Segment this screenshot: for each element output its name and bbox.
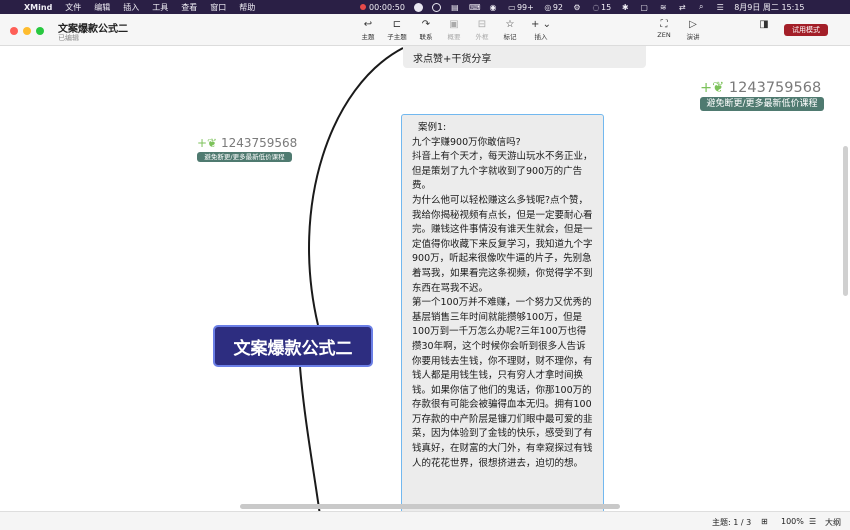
recording-time: 00:00:50 bbox=[369, 2, 405, 12]
central-topic[interactable]: 文案爆款公式二 bbox=[213, 325, 373, 367]
keyboard-icon[interactable]: ⌨ bbox=[469, 3, 481, 12]
topic-icon: ↩ bbox=[363, 19, 373, 30]
menu-view[interactable]: 查看 bbox=[181, 2, 197, 13]
battery-status[interactable]: ▭99+ bbox=[507, 3, 534, 12]
wechat-icon: ◎ bbox=[544, 2, 552, 12]
relation-button[interactable]: ↷ 联系 bbox=[411, 18, 441, 41]
sync-icon[interactable]: ⇄ bbox=[677, 3, 687, 12]
trial-mode-badge[interactable]: 试用模式 bbox=[784, 24, 828, 36]
summary-icon: ▣ bbox=[449, 19, 459, 30]
zoom-window-button[interactable] bbox=[36, 27, 44, 35]
note-heading: 案例1: bbox=[418, 122, 447, 133]
display-icon[interactable]: ▢ bbox=[639, 3, 649, 12]
summary-button[interactable]: ▣ 概要 bbox=[439, 18, 469, 41]
stop-icon[interactable] bbox=[431, 2, 441, 12]
messages-icon: ◌ bbox=[592, 2, 600, 12]
sidebar-icon: ◨ bbox=[759, 19, 769, 30]
recording-indicator[interactable]: 00:00:50 bbox=[360, 3, 405, 12]
record-dot-icon bbox=[360, 3, 366, 10]
control-center-icon[interactable]: ☰ bbox=[715, 3, 725, 12]
relation-label: 联系 bbox=[419, 33, 433, 41]
qq-icon[interactable]: ◉ bbox=[488, 3, 498, 12]
menu-insert[interactable]: 插入 bbox=[123, 2, 139, 13]
outline-icon[interactable]: ☰ bbox=[809, 517, 816, 526]
marker-button[interactable]: ☆ 标记 bbox=[495, 18, 525, 41]
plus-chevron-icon: + ⌄ bbox=[531, 19, 551, 30]
marker-label: 标记 bbox=[503, 33, 517, 41]
insert-label: 插入 bbox=[534, 33, 548, 41]
watermark-badge: +❦ 1243759568 避免断更/更多最新低价课程 bbox=[197, 136, 297, 162]
boundary-icon: ⊟ bbox=[477, 19, 487, 30]
pitch-label: 演讲 bbox=[686, 33, 700, 41]
messages-status[interactable]: ◌ 15 bbox=[591, 2, 612, 12]
bluetooth-icon[interactable]: ✱ bbox=[620, 3, 630, 12]
watermark-badge-large: +❦ 1243759568 避免断更/更多最新低价课程 bbox=[700, 80, 824, 111]
topic-label: 主题 bbox=[361, 33, 375, 41]
watermark-number-text: 1243759568 bbox=[220, 136, 298, 150]
wechat-count: 92 bbox=[552, 2, 564, 12]
topic-note-box[interactable]: 案例1: 九个字赚900万你敢信吗? 抖音上有个天才，每天游山玩水不务正业，但是… bbox=[401, 114, 604, 530]
mindmap-canvas[interactable]: 求点赞+干货分享 +❦ 1243759568 避免断更/更多最新低价课程 +❦ … bbox=[0, 46, 850, 530]
insert-button[interactable]: + ⌄ 插入 bbox=[526, 18, 556, 41]
wifi-icon[interactable]: ≋ bbox=[658, 3, 668, 12]
wechat-status[interactable]: ◎ 92 bbox=[543, 3, 563, 12]
subtopic-icon: ⊏ bbox=[392, 19, 402, 30]
menu-bar: XMind 文件 编辑 插入 工具 查看 窗口 帮助 00:00:50 ▤ ⌨ … bbox=[0, 0, 850, 14]
menu-edit[interactable]: 编辑 bbox=[94, 2, 110, 13]
battery-level: 99+ bbox=[516, 2, 534, 12]
format-panel-button[interactable]: ◨ bbox=[749, 18, 779, 31]
leaf-icon: +❦ bbox=[700, 80, 729, 96]
outline-button[interactable]: 大纲 bbox=[825, 517, 841, 528]
horizontal-scrollbar[interactable] bbox=[240, 504, 620, 509]
watermark-caption: 避免断更/更多最新低价课程 bbox=[197, 152, 292, 162]
topic-count: 主题: 1 / 3 bbox=[712, 518, 752, 527]
menubar-clock[interactable]: 8月9日 周二 15:15 bbox=[734, 2, 804, 13]
close-window-button[interactable] bbox=[10, 27, 18, 35]
play-screen-icon: ▷ bbox=[689, 19, 697, 30]
document-status: 已编辑 bbox=[58, 34, 79, 42]
settings-icon[interactable]: ⚙ bbox=[572, 3, 582, 12]
status-bar: 主题: 1 / 3 ⊞ 100% ☰ 大纲 bbox=[0, 511, 850, 530]
pitch-button[interactable]: ▷ 演讲 bbox=[678, 18, 708, 41]
menu-window[interactable]: 窗口 bbox=[210, 2, 226, 13]
menu-tools[interactable]: 工具 bbox=[152, 2, 168, 13]
topic-button[interactable]: ↩ 主题 bbox=[353, 18, 383, 41]
branch-line bbox=[308, 47, 404, 326]
relation-icon: ↷ bbox=[421, 19, 431, 30]
subtopic-button[interactable]: ⊏ 子主题 bbox=[382, 18, 412, 41]
subtopic-label: 子主题 bbox=[387, 33, 407, 41]
leaf-icon: +❦ bbox=[197, 136, 221, 150]
menu-app-name[interactable]: XMind bbox=[24, 3, 52, 12]
watermark-caption-large: 避免断更/更多最新低价课程 bbox=[700, 97, 824, 111]
menubar-status-area: 00:00:50 ▤ ⌨ ◉ ▭99+ ◎ 92 ⚙ ◌ 15 ✱ ▢ ≋ ⇄ ⌕ … bbox=[360, 0, 805, 14]
boundary-label: 外框 bbox=[475, 33, 489, 41]
search-icon[interactable]: ⌕ bbox=[696, 2, 706, 12]
summary-label: 概要 bbox=[447, 33, 461, 41]
menu-help[interactable]: 帮助 bbox=[239, 2, 255, 13]
zen-label: ZEN bbox=[657, 31, 671, 39]
central-topic-label: 文案爆款公式二 bbox=[233, 338, 353, 359]
app-toolbar: 文案爆款公式二 已编辑 ↩ 主题 ⊏ 子主题 ↷ 联系 ▣ 概要 ⊟ 外框 ☆ 标记 + ⌄… bbox=[0, 14, 850, 46]
map-icon[interactable]: ⊞ bbox=[761, 517, 768, 526]
zoom-level[interactable]: 100% bbox=[781, 517, 804, 526]
star-icon: ☆ bbox=[505, 19, 515, 30]
expand-icon: ⛶ bbox=[660, 19, 668, 30]
note-body: 九个字赚900万你敢信吗? 抖音上有个天才，每天游山玩水不务正业，但是策划了九个… bbox=[412, 136, 593, 469]
boundary-button[interactable]: ⊟ 外框 bbox=[467, 18, 497, 41]
battery-icon: ▭ bbox=[508, 2, 516, 12]
menu-file[interactable]: 文件 bbox=[65, 2, 81, 13]
minimize-window-button[interactable] bbox=[23, 27, 31, 35]
vertical-scrollbar[interactable] bbox=[843, 146, 848, 296]
topic-node[interactable]: 求点赞+干货分享 bbox=[403, 46, 646, 68]
watermark-number-large: +❦ 1243759568 bbox=[700, 80, 824, 96]
calendar-icon[interactable]: ▤ bbox=[450, 3, 460, 12]
zen-button[interactable]: ⛶ ZEN bbox=[649, 18, 679, 39]
watermark-number-text: 1243759568 bbox=[728, 80, 822, 96]
watermark-number: +❦ 1243759568 bbox=[197, 136, 297, 150]
pause-icon[interactable] bbox=[413, 2, 423, 12]
messages-count: 15 bbox=[601, 2, 612, 12]
